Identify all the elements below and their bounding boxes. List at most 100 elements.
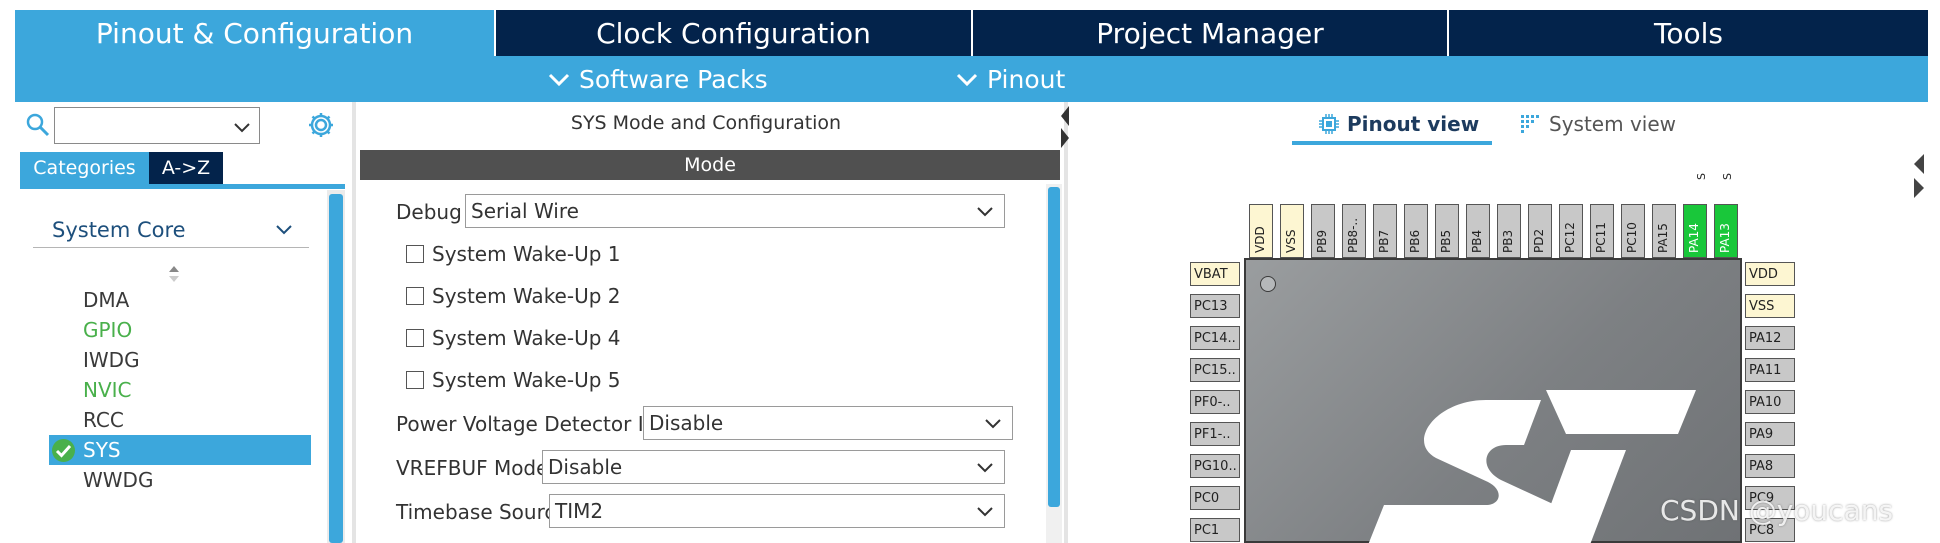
pin-pc12[interactable]: PC12 (1559, 204, 1583, 258)
pin-signal-mark: S (1720, 173, 1734, 180)
pin-pg10[interactable]: PG10.. (1190, 454, 1240, 478)
pin-pa13[interactable]: PA13 (1714, 204, 1738, 258)
item-label: WWDG (83, 468, 154, 492)
item-label: IWDG (83, 348, 140, 372)
pvd-select[interactable]: Disable (643, 406, 1013, 440)
pin-label: PB9 (1315, 229, 1329, 253)
tab-project-manager[interactable]: Project Manager (973, 10, 1449, 56)
pin-pb6[interactable]: PB6 (1404, 204, 1428, 258)
scrollbar-thumb[interactable] (329, 194, 343, 543)
expand-arrows-icon[interactable] (1912, 152, 1926, 200)
pin-label: PA13 (1718, 223, 1732, 253)
chevron-down-icon[interactable] (275, 223, 293, 237)
pin-pb5[interactable]: PB5 (1435, 204, 1459, 258)
software-packs-menu[interactable]: Software Packs (547, 56, 768, 102)
view-tab-label: System view (1549, 112, 1676, 136)
pin-pc11[interactable]: PC11 (1590, 204, 1614, 258)
mode-header: Mode (360, 150, 1060, 180)
pin-label: PA9 (1749, 426, 1774, 442)
pin-label: PC12 (1563, 222, 1577, 253)
gear-icon[interactable] (306, 110, 336, 140)
pin-pd2[interactable]: PD2 (1528, 204, 1552, 258)
pin-vss-top[interactable]: VSS (1280, 204, 1304, 258)
scrollbar-thumb[interactable] (1048, 187, 1060, 507)
wakeup-2-row[interactable]: System Wake-Up 2 (406, 284, 621, 308)
list-item-rcc[interactable]: RCC (49, 405, 311, 435)
wakeup-4-checkbox[interactable] (406, 329, 424, 347)
pin-pa12[interactable]: PA12 (1745, 326, 1795, 350)
list-item-wwdg[interactable]: WWDG (49, 465, 311, 495)
pin-pa15[interactable]: PA15 (1652, 204, 1676, 258)
wakeup-1-checkbox[interactable] (406, 245, 424, 263)
group-system-core[interactable]: System Core (33, 212, 309, 248)
pin-pc1[interactable]: PC1 (1190, 518, 1240, 542)
pin-pa10[interactable]: PA10 (1745, 390, 1795, 414)
pin-pa14[interactable]: PA14 (1683, 204, 1707, 258)
categories-panel: Categories A->Z System Core DMA GPIO IWD… (15, 102, 345, 543)
list-item-gpio[interactable]: GPIO (49, 315, 311, 345)
pin-pc10[interactable]: PC10 (1621, 204, 1645, 258)
list-item-sys[interactable]: SYS (49, 435, 311, 465)
pin-vbat[interactable]: VBAT (1190, 262, 1240, 286)
sort-icon[interactable] (167, 265, 181, 283)
wakeup-5-row[interactable]: System Wake-Up 5 (406, 368, 621, 392)
pin-pa11[interactable]: PA11 (1745, 358, 1795, 382)
menu-label: Pinout (987, 64, 1066, 94)
tab-pinout-view[interactable]: Pinout view (1318, 112, 1479, 136)
chevron-down-icon (956, 73, 978, 87)
pin-label: PA10 (1749, 394, 1782, 410)
tab-tools[interactable]: Tools (1449, 10, 1928, 56)
select-value: Disable (548, 455, 623, 479)
list-item-dma[interactable]: DMA (49, 285, 311, 315)
wakeup-2-checkbox[interactable] (406, 287, 424, 305)
pvd-label: Power Voltage Detector In (396, 412, 657, 436)
list-item-iwdg[interactable]: IWDG (49, 345, 311, 375)
list-item-nvic[interactable]: NVIC (49, 375, 311, 405)
select-value: Disable (649, 411, 724, 435)
search-combo[interactable] (54, 107, 260, 144)
pin-pb3[interactable]: PB3 (1497, 204, 1521, 258)
tab-categories[interactable]: Categories (20, 152, 149, 184)
pin-label: PC11 (1594, 222, 1608, 253)
pin-pc0[interactable]: PC0 (1190, 486, 1240, 510)
item-label: DMA (83, 288, 130, 312)
chevron-down-icon (977, 507, 993, 517)
pin-pc14[interactable]: PC14.. (1190, 326, 1240, 350)
search-input[interactable] (55, 108, 225, 143)
pin-pb7[interactable]: PB7 (1373, 204, 1397, 258)
wakeup-1-row[interactable]: System Wake-Up 1 (406, 242, 621, 266)
pin-pc15[interactable]: PC15.. (1190, 358, 1240, 382)
vrefbuf-select[interactable]: Disable (542, 450, 1005, 484)
pin-pc13[interactable]: PC13 (1190, 294, 1240, 318)
select-value: Serial Wire (471, 199, 579, 223)
wakeup-4-row[interactable]: System Wake-Up 4 (406, 326, 621, 350)
sub-menu-bar: Software Packs Pinout (15, 56, 1928, 102)
item-label: RCC (83, 408, 124, 432)
pin-vdd-top[interactable]: VDD (1249, 204, 1273, 258)
item-label: SYS (83, 438, 121, 462)
tab-clock-configuration[interactable]: Clock Configuration (496, 10, 973, 56)
wakeup-5-checkbox[interactable] (406, 371, 424, 389)
tab-pinout-configuration[interactable]: Pinout & Configuration (15, 10, 496, 56)
pin-vdd-right[interactable]: VDD (1745, 262, 1795, 286)
tab-a-z[interactable]: A->Z (149, 152, 223, 184)
collapse-arrows-icon[interactable] (1059, 104, 1071, 150)
pin-pa8[interactable]: PA8 (1745, 454, 1795, 478)
peripheral-list: DMA GPIO IWDG NVIC RCC SYS WWDG (49, 285, 311, 495)
pin-pf0[interactable]: PF0-.. (1190, 390, 1240, 414)
pin-pf1[interactable]: PF1-.. (1190, 422, 1240, 446)
search-icon[interactable] (25, 112, 51, 138)
pin-label: VDD (1749, 266, 1778, 282)
pin-pb4[interactable]: PB4 (1466, 204, 1490, 258)
pin-label: PB5 (1439, 229, 1453, 253)
debug-select[interactable]: Serial Wire (465, 194, 1005, 228)
pinout-menu[interactable]: Pinout (955, 56, 1065, 102)
chevron-down-icon (977, 463, 993, 473)
pin-pb9[interactable]: PB9 (1311, 204, 1335, 258)
chevron-down-icon[interactable] (233, 118, 251, 136)
tab-system-view[interactable]: System view (1520, 112, 1676, 136)
pin-vss-right[interactable]: VSS (1745, 294, 1795, 318)
pin-pa9[interactable]: PA9 (1745, 422, 1795, 446)
pin-pb8[interactable]: PB8-.. (1342, 204, 1366, 258)
timebase-select[interactable]: TIM2 (549, 494, 1005, 528)
